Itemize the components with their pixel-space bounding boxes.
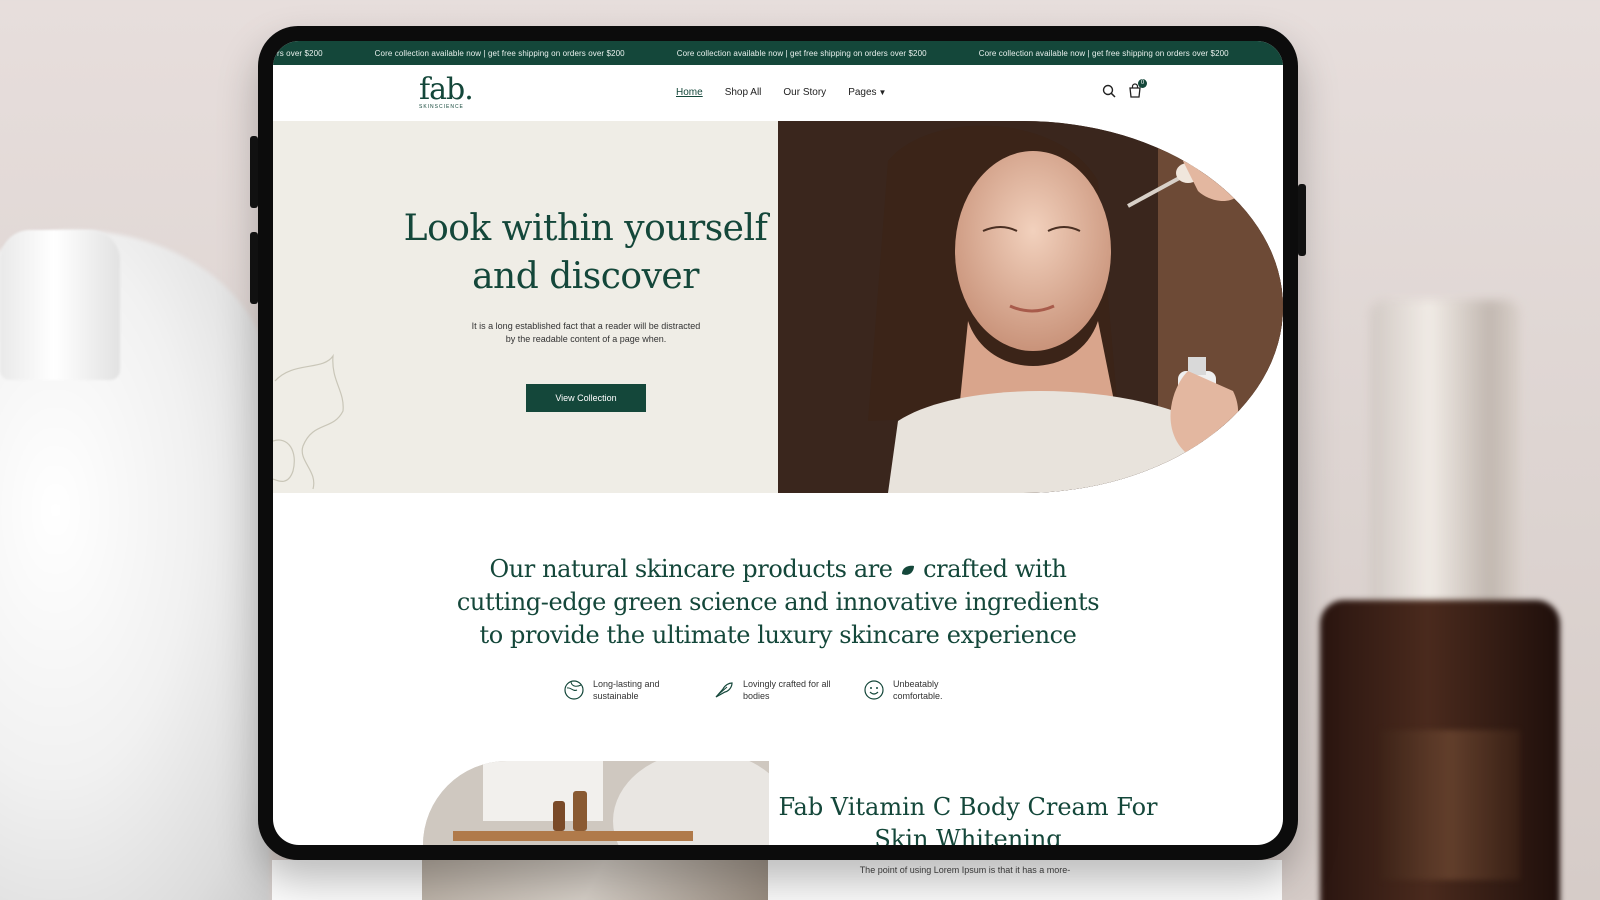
view-collection-button[interactable]: View Collection: [526, 384, 646, 412]
nav-item-pages-label: Pages: [848, 87, 877, 98]
tablet-screen: rs over $200 Core collection available n…: [273, 41, 1283, 845]
hero-title-line2: and discover: [472, 256, 699, 297]
nav-item-shop-all[interactable]: Shop All: [725, 87, 762, 98]
hero-title: Look within yourself and discover: [273, 205, 898, 301]
product-description: The point of using Lorem Ipsum is that i…: [859, 865, 1071, 875]
nav-item-home[interactable]: Home: [676, 87, 703, 98]
chevron-down-icon: ▼: [878, 88, 887, 97]
announcement-text: Core collection available now | get free…: [978, 48, 1229, 58]
background-bottle-dropper: [1370, 300, 1520, 620]
announcement-text: Core collection available now | get free…: [676, 48, 927, 58]
hero-title-line1: Look within yourself: [403, 208, 768, 249]
brand-logo[interactable]: fab. SKINSCIENCE: [419, 72, 474, 111]
header-actions: 0: [1101, 79, 1147, 99]
main-nav: Home Shop All Our Story Pages ▼: [676, 87, 886, 98]
hero-copy: Look within yourself and discover It is …: [273, 121, 898, 493]
announcement-text: Core collection available now | get free…: [1255, 49, 1283, 58]
announcement-bar: rs over $200 Core collection available n…: [273, 41, 1283, 65]
cart-icon[interactable]: 0: [1127, 79, 1147, 99]
search-icon[interactable]: [1101, 83, 1117, 99]
nav-item-our-story[interactable]: Our Story: [783, 87, 826, 98]
logo-wordmark: fab.: [419, 72, 474, 107]
background-bottle-label: [1380, 730, 1520, 880]
volume-up-button: [250, 136, 258, 208]
hero-description: It is a long established fact that a rea…: [471, 321, 701, 344]
power-button: [1298, 184, 1306, 256]
hero-section: Look within yourself and discover It is …: [273, 121, 1283, 493]
announcement-text: Core collection available now | get free…: [374, 48, 625, 58]
site-header: fab. SKINSCIENCE Home Shop All Our Story…: [273, 65, 1283, 121]
volume-down-button: [250, 232, 258, 304]
background-vase-neck: [0, 230, 120, 380]
cart-count-badge: 0: [1138, 79, 1147, 88]
product-image-overflow: [422, 860, 768, 900]
nav-item-pages[interactable]: Pages ▼: [848, 87, 886, 98]
tablet-device: rs over $200 Core collection available n…: [250, 26, 1306, 860]
announcement-fragment: rs over $200: [277, 48, 323, 58]
